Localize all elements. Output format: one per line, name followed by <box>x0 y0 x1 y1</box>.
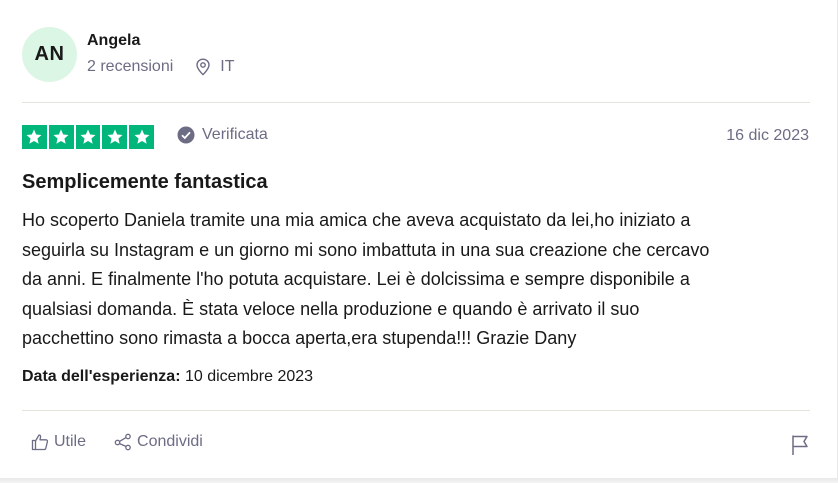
location-pin-icon <box>196 58 210 76</box>
verified-label: Verificata <box>202 126 268 143</box>
thumbs-up-icon <box>31 434 49 451</box>
reviewer-meta: 2 recensioni IT <box>87 58 235 76</box>
card-bottom-shadow <box>0 478 838 483</box>
avatar-initials: AN <box>34 43 65 65</box>
reviewer-name[interactable]: Angela <box>87 32 140 50</box>
header-divider <box>22 102 810 103</box>
verified-badge[interactable]: Verificata <box>177 126 268 144</box>
star-icon <box>22 125 47 149</box>
review-body-line: qualsiasi domanda. È stata veloce nella … <box>22 298 640 319</box>
experience-value: 10 dicembre 2023 <box>184 368 314 385</box>
review-body: Ho scoperto Daniela tramite una mia amic… <box>22 206 822 354</box>
review-actions: Utile Condividi <box>31 433 231 451</box>
review-body-line: Ho scoperto Daniela tramite una mia amic… <box>22 210 691 230</box>
star-rating <box>22 125 154 149</box>
star-icon <box>129 125 154 149</box>
useful-label: Utile <box>54 433 87 450</box>
experience-date: Data dell'esperienza: 10 dicembre 2023 <box>22 368 313 386</box>
review-title[interactable]: Semplicemente fantastica <box>22 171 268 194</box>
star-icon <box>48 125 74 149</box>
star-icon <box>75 125 101 149</box>
review-body-line: da anni. E finalmente l'ho potuta acquis… <box>22 269 690 289</box>
review-date: 16 dic 2023 <box>726 127 809 144</box>
avatar[interactable]: AN <box>22 27 77 82</box>
reviews-count: 2 recensioni <box>87 58 174 75</box>
share-button[interactable]: Condividi <box>114 433 203 451</box>
reviewer-country: IT <box>220 58 235 75</box>
star-icon <box>102 125 128 149</box>
footer-divider <box>22 410 810 411</box>
review-card: AN Angela 2 recensioni IT Verificata 16 … <box>0 0 838 478</box>
flag-icon[interactable] <box>790 434 810 456</box>
share-icon <box>114 433 131 451</box>
check-circle-icon <box>177 126 195 144</box>
share-label: Condividi <box>137 433 203 450</box>
useful-button[interactable]: Utile <box>31 433 86 451</box>
review-body-line: seguirla su Instagram e un giorno mi son… <box>22 239 710 260</box>
review-body-line: pacchettino sono rimasta a bocca aperta,… <box>22 328 577 348</box>
experience-label: Data dell'esperienza: <box>22 368 181 385</box>
